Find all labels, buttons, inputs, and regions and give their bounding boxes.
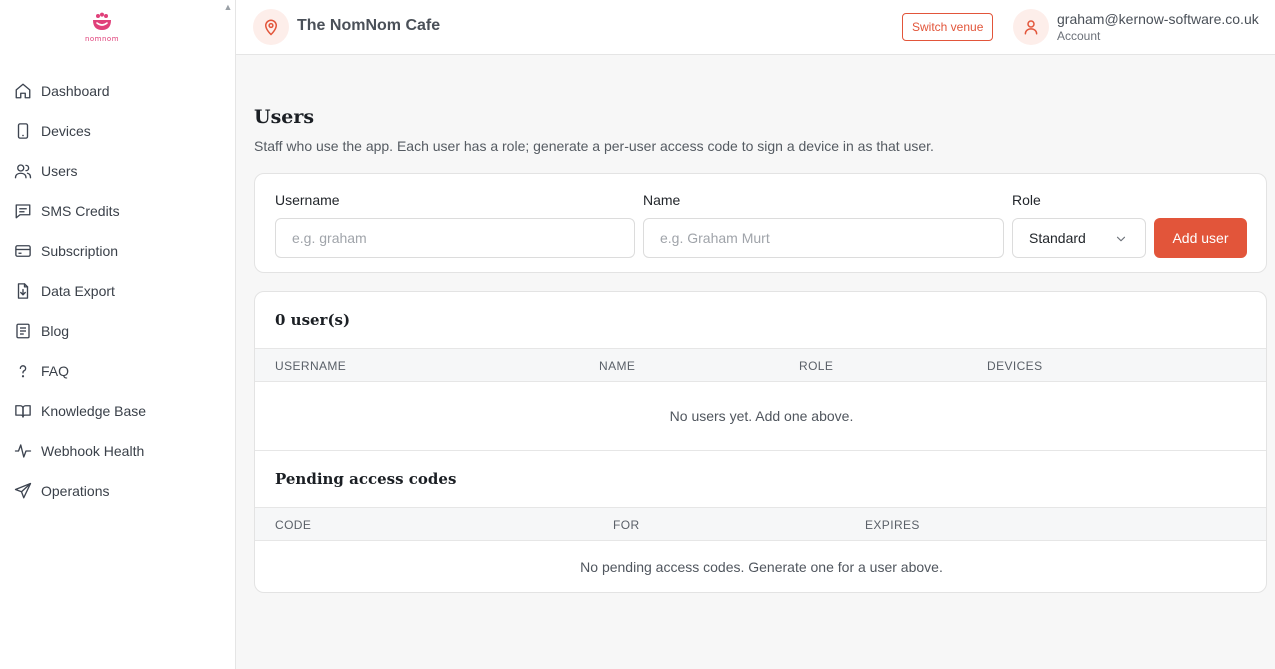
users-icon [14, 162, 32, 180]
users-table-header: USERNAME NAME ROLE DEVICES [255, 348, 1266, 382]
message-icon [14, 202, 32, 220]
page-description: Staff who use the app. Each user has a r… [254, 138, 934, 154]
sidebar-item-label: Webhook Health [41, 443, 145, 459]
sidebar-item-blog[interactable]: Blog [0, 311, 236, 351]
page-title: Users [254, 106, 315, 128]
username-label: Username [275, 192, 340, 208]
sidebar-nav: Dashboard Devices Users SMS Credits Subs… [0, 71, 236, 511]
send-icon [14, 482, 32, 500]
codes-table-header: CODE FOR EXPIRES [255, 507, 1266, 541]
sidebar-item-label: FAQ [41, 363, 70, 379]
sidebar-item-faq[interactable]: FAQ [0, 351, 236, 391]
role-select-value: Standard [1029, 230, 1086, 246]
card-icon [14, 242, 32, 260]
column-header-devices: DEVICES [987, 359, 1043, 373]
pending-codes-title: Pending access codes [275, 470, 457, 488]
sidebar-item-label: Subscription [41, 243, 119, 259]
brand-logo-text: nomnom [84, 35, 120, 43]
users-list-card: 0 user(s) USERNAME NAME ROLE DEVICES No … [254, 291, 1267, 593]
sidebar-item-data-export[interactable]: Data Export [0, 271, 236, 311]
sidebar-item-label: Dashboard [41, 83, 110, 99]
users-empty-message: No users yet. Add one above. [669, 408, 854, 424]
sidebar-item-label: Users [41, 163, 78, 179]
document-icon [14, 322, 32, 340]
account-email[interactable]: graham@kernow-software.co.uk [1057, 11, 1259, 27]
sidebar-item-users[interactable]: Users [0, 151, 236, 191]
sidebar-item-operations[interactable]: Operations [0, 471, 236, 511]
sidebar-item-knowledge-base[interactable]: Knowledge Base [0, 391, 236, 431]
add-user-form: Username Name Role Standard Add user [254, 173, 1267, 273]
pulse-icon [14, 442, 32, 460]
sidebar: nomnom ▲ Dashboard Devices Users SMS Cre [0, 0, 236, 669]
sidebar-item-label: Operations [41, 483, 110, 499]
switch-venue-button[interactable]: Switch venue [902, 13, 994, 41]
sidebar-item-label: Knowledge Base [41, 403, 147, 419]
home-icon [14, 82, 32, 100]
sidebar-item-webhook-health[interactable]: Webhook Health [0, 431, 236, 471]
sidebar-item-label: Blog [41, 323, 70, 339]
users-count-title: 0 user(s) [275, 311, 351, 329]
column-header-role: ROLE [799, 359, 834, 373]
user-avatar-icon[interactable] [1013, 9, 1049, 45]
device-icon [14, 122, 32, 140]
column-header-for: FOR [613, 518, 640, 532]
username-input[interactable] [275, 218, 635, 258]
venue-name: The NomNom Cafe [297, 17, 441, 34]
column-header-name: NAME [599, 359, 636, 373]
sidebar-item-label: SMS Credits [41, 203, 120, 219]
column-header-username: USERNAME [275, 359, 347, 373]
brand-logo-icon [93, 12, 111, 30]
chevron-down-icon [1116, 236, 1126, 242]
file-download-icon [14, 282, 32, 300]
column-header-code: CODE [275, 518, 312, 532]
sidebar-item-devices[interactable]: Devices [0, 111, 236, 151]
name-label: Name [643, 192, 681, 208]
brand-logo[interactable]: nomnom [82, 12, 122, 43]
account-label: Account [1057, 29, 1101, 43]
codes-empty-message: No pending access codes. Generate one fo… [580, 559, 943, 575]
sidebar-item-sms-credits[interactable]: SMS Credits [0, 191, 236, 231]
location-pin-icon [253, 9, 289, 45]
scroll-up-arrow-icon[interactable]: ▲ [223, 2, 233, 12]
role-label: Role [1012, 192, 1041, 208]
section-divider [255, 450, 1266, 451]
sidebar-item-label: Data Export [41, 283, 115, 299]
top-header: The NomNom Cafe Switch venue graham@kern… [236, 0, 1275, 55]
sidebar-item-label: Devices [41, 123, 91, 139]
name-input[interactable] [643, 218, 1004, 258]
role-select[interactable]: Standard [1012, 218, 1146, 258]
sidebar-item-subscription[interactable]: Subscription [0, 231, 236, 271]
sidebar-item-dashboard[interactable]: Dashboard [0, 71, 236, 111]
add-user-button[interactable]: Add user [1154, 218, 1247, 258]
book-icon [14, 402, 32, 420]
question-icon [14, 362, 32, 380]
column-header-expires: EXPIRES [865, 518, 920, 532]
